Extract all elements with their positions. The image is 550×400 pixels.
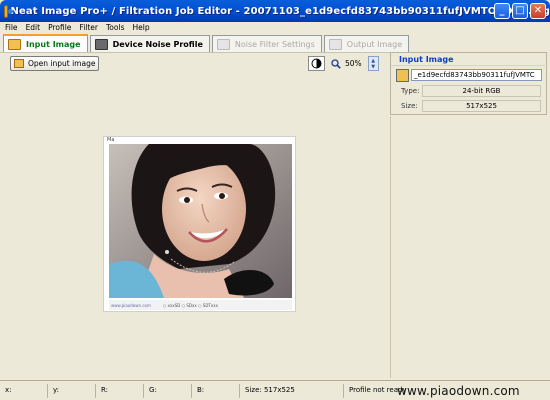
picture-icon <box>8 38 21 50</box>
filename-row: _e1d9ecfd83743bb90311fufJVMTC <box>396 68 542 82</box>
menu-filter[interactable]: Filter <box>79 23 98 32</box>
size-row: Size: 517x525 <box>401 100 541 112</box>
menu-tools[interactable]: Tools <box>106 23 124 32</box>
image-caption-strip: www.piaodown.com ○ xxxSD ○ SDxx ○ SDTxxx <box>109 300 292 310</box>
tab-label: Noise Filter Settings <box>234 39 315 49</box>
maximize-button[interactable]: □ <box>512 3 528 19</box>
tab-device-noise-profile[interactable]: Device Noise Profile <box>89 35 210 52</box>
folder-icon <box>14 59 24 68</box>
status-divider <box>47 384 48 398</box>
panel-divider <box>391 65 548 66</box>
zoom-spinner[interactable]: ▲ ▼ <box>367 56 379 71</box>
input-photo <box>109 144 292 298</box>
image-canvas[interactable]: Ma www.piaodown.com ○ xxxSD ○ SDxx ○ SDT… <box>3 76 386 377</box>
image-preview-frame: Ma www.piaodown.com ○ xxxSD ○ SDxx ○ SDT… <box>103 136 296 312</box>
status-x: x: <box>5 386 12 394</box>
input-image-panel: Input Image _e1d9ecfd83743bb90311fufJVMT… <box>390 52 548 115</box>
menu-edit[interactable]: Edit <box>26 23 41 32</box>
image-file-icon[interactable] <box>396 68 409 82</box>
status-divider <box>95 384 96 398</box>
caption-watermark: www.piaodown.com <box>111 302 151 308</box>
type-value: 24-bit RGB <box>422 85 541 97</box>
portrait-image <box>109 144 292 298</box>
tab-output-image[interactable]: Output Image <box>323 35 410 52</box>
window-controls: _ □ ✕ <box>494 3 546 19</box>
filename-field[interactable]: _e1d9ecfd83743bb90311fufJVMTC <box>411 69 542 81</box>
size-value: 517x525 <box>422 100 541 112</box>
right-panel-area <box>390 116 547 378</box>
compare-toggle-button[interactable] <box>308 56 325 71</box>
contrast-icon <box>311 58 322 69</box>
camera-icon <box>94 38 108 50</box>
tab-label: Device Noise Profile <box>112 39 203 49</box>
open-button-label: Open input image <box>28 59 96 68</box>
status-b: B: <box>197 386 205 394</box>
site-watermark: www.piaodown.com <box>397 384 520 398</box>
status-bar: x: y: R: G: B: Size: 517x525 Profile not… <box>0 380 550 400</box>
filter-icon <box>216 38 230 50</box>
tab-label: Input Image <box>26 39 81 49</box>
type-label: Type: <box>401 87 420 95</box>
zoom-controls: 50% ▲ ▼ <box>308 56 379 71</box>
tab-input-image[interactable]: Input Image <box>3 34 88 52</box>
status-divider <box>143 384 144 398</box>
menu-bar: File Edit Profile Filter Tools Help <box>0 22 550 33</box>
close-button[interactable]: ✕ <box>530 3 546 19</box>
magnifier-icon[interactable] <box>331 58 341 69</box>
status-divider <box>343 384 344 398</box>
status-y: y: <box>53 386 59 394</box>
tab-label: Output Image <box>346 39 403 49</box>
spin-down-icon[interactable]: ▼ <box>371 64 375 70</box>
window-title: Neat Image Pro+ / Filtration Job Editor … <box>10 5 550 17</box>
tab-noise-filter-settings[interactable]: Noise Filter Settings <box>211 35 322 52</box>
status-r: R: <box>101 386 109 394</box>
status-size: Size: 517x525 <box>245 386 295 394</box>
type-row: Type: 24-bit RGB <box>401 85 541 97</box>
zoom-level: 50% <box>345 59 362 68</box>
menu-help[interactable]: Help <box>132 23 149 32</box>
status-divider <box>239 384 240 398</box>
minimize-button[interactable]: _ <box>494 3 510 19</box>
caption-options: ○ xxxSD ○ SDxx ○ SDTxxx <box>162 302 218 308</box>
title-bar[interactable]: Neat Image Pro+ / Filtration Job Editor … <box>0 0 550 22</box>
output-picture-icon <box>328 38 342 50</box>
tab-bar: Input Image Device Noise Profile Noise F… <box>3 34 411 52</box>
size-label: Size: <box>401 102 418 110</box>
app-icon[interactable] <box>4 4 12 18</box>
status-g: G: <box>149 386 157 394</box>
menu-file[interactable]: File <box>5 23 18 32</box>
image-tag: Ma <box>107 137 115 143</box>
panel-title: Input Image <box>399 55 454 64</box>
divider <box>0 52 390 53</box>
menu-profile[interactable]: Profile <box>48 23 71 32</box>
status-divider <box>191 384 192 398</box>
open-input-image-button[interactable]: Open input image <box>10 56 99 71</box>
